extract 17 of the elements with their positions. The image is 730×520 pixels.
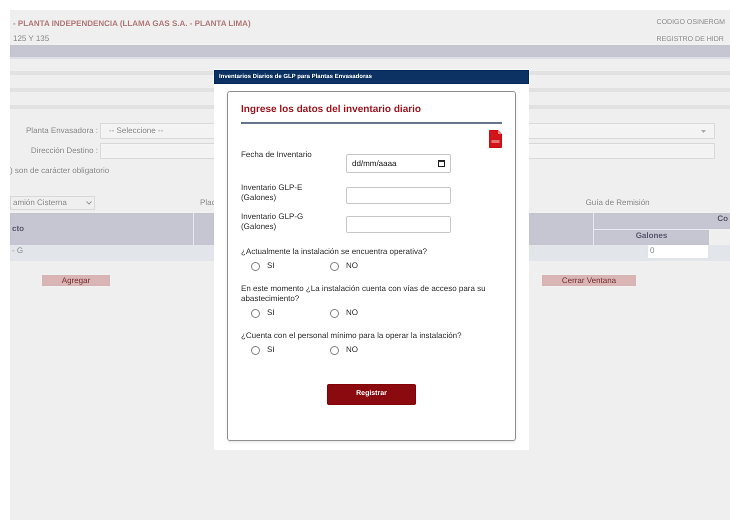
- table-header: cto: [10, 213, 193, 245]
- page-subtitle: 125 Y 135: [13, 33, 50, 45]
- table-header: Co: [594, 213, 730, 229]
- field-label: Dirección Destino :: [30, 145, 98, 157]
- table-cell-text: - G: [11, 245, 24, 257]
- guide-label: Guía de Remisión: [586, 197, 650, 209]
- page-title: - PLANTA INDEPENDENCIA (LLAMA GAS S.A. - PLANTA LIMA): [13, 18, 251, 30]
- question-text: En este momento ¿La instalación cuenta con vías de acceso para su abastecimiento?: [241, 284, 487, 304]
- required-note: ) son de carácter obligatorio: [10, 165, 110, 177]
- field-label: Planta Envasadora :: [24, 125, 98, 137]
- field-label: Fecha de Inventario: [241, 150, 313, 160]
- table-header: Galones: [594, 229, 709, 245]
- field-label: Inventario GLP-E (Galones): [241, 183, 304, 203]
- form-heading: Ingrese los datos del inventario diario: [241, 102, 502, 124]
- question-text: ¿Actualmente la instalación se encuentra operativa?: [241, 247, 428, 257]
- question-text: ¿Cuenta con el personal mínimo para la operar la instalación?: [241, 331, 463, 341]
- field-label: Inventario GLP-G (Galones): [241, 212, 304, 232]
